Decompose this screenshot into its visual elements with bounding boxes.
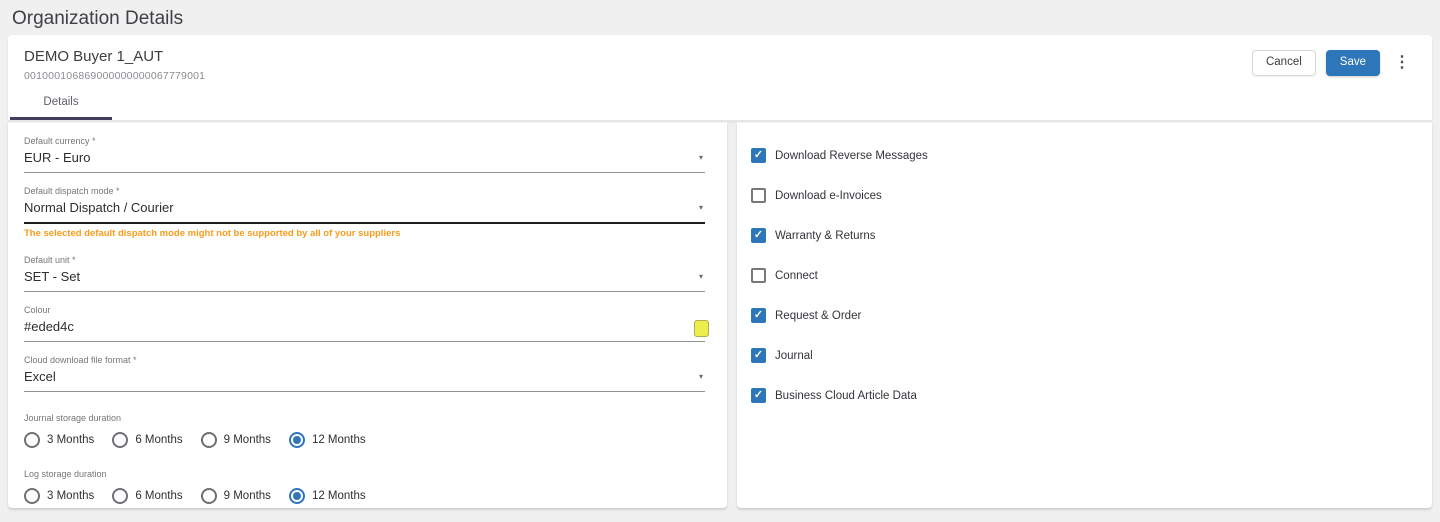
field-label: Cloud download file format *	[24, 355, 137, 365]
kebab-menu-icon[interactable]: ⋮	[1390, 54, 1414, 71]
check-icon: ✓	[753, 349, 764, 361]
radio-log-3-months[interactable]: 3 Months	[24, 488, 94, 504]
feature-download-reverse-messages[interactable]: ✓ Download Reverse Messages	[751, 148, 1432, 163]
radio-icon[interactable]	[24, 432, 40, 448]
content-area: Default currency * EUR - Euro ▾ Default …	[8, 122, 1432, 508]
default-dispatch-mode-select[interactable]: Normal Dispatch / Courier ▾	[24, 200, 705, 224]
settings-form-panel: Default currency * EUR - Euro ▾ Default …	[8, 122, 727, 508]
log-storage-duration-group: Log storage duration 3 Months 6 Months 9…	[24, 469, 705, 504]
checkbox[interactable]: ✓	[751, 348, 766, 363]
checkbox[interactable]: ✓	[751, 148, 766, 163]
organization-header-card: DEMO Buyer 1_AUT 00100010686900000000006…	[8, 35, 1432, 121]
radio-icon[interactable]	[112, 488, 129, 504]
colour-swatch[interactable]	[694, 320, 709, 337]
group-label: Journal storage duration	[24, 413, 122, 423]
org-id: 001000106869000000000067779001	[24, 70, 206, 82]
dispatch-mode-warning: The selected default dispatch mode might…	[24, 228, 401, 239]
group-label: Log storage duration	[24, 469, 107, 479]
check-icon: ✓	[753, 309, 764, 321]
radio-journal-9-months[interactable]: 9 Months	[200, 432, 271, 448]
tab-bar: Details	[8, 90, 1432, 120]
cloud-download-format-select[interactable]: Excel ▾	[24, 369, 705, 392]
feature-connect[interactable]: ✓ Connect	[751, 268, 1432, 283]
checkbox[interactable]: ✓	[751, 308, 766, 323]
radio-icon[interactable]	[112, 432, 129, 448]
feature-download-e-invoices[interactable]: ✓ Download e-Invoices	[751, 188, 1432, 203]
feature-business-cloud-article-data[interactable]: ✓ Business Cloud Article Data	[751, 388, 1432, 403]
checkbox[interactable]: ✓	[751, 228, 766, 243]
field-label: Colour	[24, 305, 51, 315]
radio-icon[interactable]	[200, 488, 217, 504]
chevron-down-icon: ▾	[698, 203, 703, 212]
colour-input[interactable]: #eded4c	[24, 319, 709, 342]
check-icon: ✓	[753, 389, 764, 401]
radio-icon[interactable]	[24, 488, 40, 504]
radio-icon[interactable]	[288, 432, 305, 448]
header-actions: Cancel Save ⋮	[1251, 50, 1414, 76]
checkbox[interactable]: ✓	[751, 388, 766, 403]
chevron-down-icon: ▾	[698, 372, 703, 381]
features-panel: ✓ Download Reverse Messages ✓ Download e…	[737, 122, 1432, 508]
save-button[interactable]: Save	[1325, 50, 1380, 76]
feature-journal[interactable]: ✓ Journal	[751, 348, 1432, 363]
radio-icon[interactable]	[288, 488, 305, 504]
chevron-down-icon: ▾	[698, 153, 703, 162]
field-default-unit: Default unit * SET - Set ▾	[24, 255, 705, 292]
checkbox[interactable]: ✓	[751, 188, 766, 203]
radio-journal-6-months[interactable]: 6 Months	[112, 432, 183, 448]
field-default-currency: Default currency * EUR - Euro ▾	[24, 136, 705, 173]
radio-journal-3-months[interactable]: 3 Months	[24, 432, 94, 448]
feature-warranty-returns[interactable]: ✓ Warranty & Returns	[751, 228, 1432, 243]
field-default-dispatch-mode: Default dispatch mode * Normal Dispatch …	[24, 186, 705, 239]
default-unit-select[interactable]: SET - Set ▾	[24, 269, 705, 292]
cancel-button[interactable]: Cancel	[1251, 50, 1316, 76]
org-name: DEMO Buyer 1_AUT	[24, 48, 164, 65]
radio-log-9-months[interactable]: 9 Months	[200, 488, 271, 504]
feature-request-order[interactable]: ✓ Request & Order	[751, 308, 1432, 323]
page-title: Organization Details	[12, 8, 184, 29]
chevron-down-icon: ▾	[698, 272, 703, 281]
field-label: Default currency *	[24, 136, 96, 146]
field-label: Default dispatch mode *	[24, 186, 120, 196]
default-currency-select[interactable]: EUR - Euro ▾	[24, 150, 705, 173]
field-colour: Colour #eded4c	[24, 305, 709, 342]
check-icon: ✓	[753, 149, 764, 161]
org-identity: DEMO Buyer 1_AUT 00100010686900000000006…	[24, 48, 205, 82]
journal-storage-duration-group: Journal storage duration 3 Months 6 Mont…	[24, 413, 705, 448]
radio-log-12-months[interactable]: 12 Months	[288, 488, 366, 504]
radio-journal-12-months[interactable]: 12 Months	[288, 432, 366, 448]
tab-details[interactable]: Details	[10, 90, 112, 120]
check-icon: ✓	[753, 229, 764, 241]
field-label: Default unit *	[24, 255, 76, 265]
radio-icon[interactable]	[200, 432, 217, 448]
checkbox[interactable]: ✓	[751, 268, 766, 283]
field-cloud-download-format: Cloud download file format * Excel ▾	[24, 355, 705, 392]
radio-log-6-months[interactable]: 6 Months	[112, 488, 183, 504]
